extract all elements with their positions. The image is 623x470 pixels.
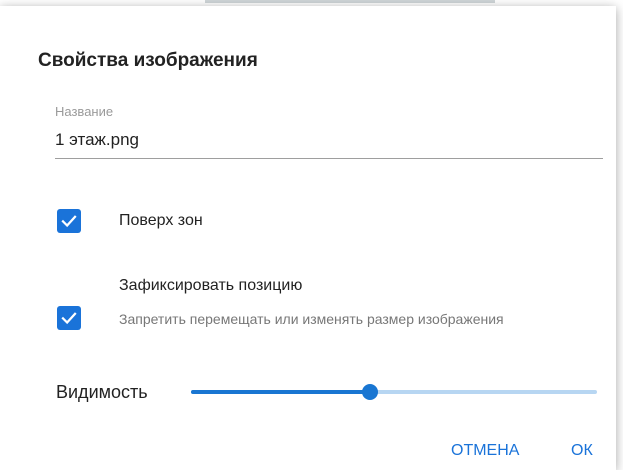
name-field-label: Название bbox=[55, 104, 114, 119]
lock-position-checkbox[interactable] bbox=[57, 306, 81, 330]
ok-button[interactable]: ОК bbox=[571, 442, 593, 460]
on-top-label: Поверх зон bbox=[119, 212, 203, 229]
check-icon bbox=[61, 215, 77, 228]
visibility-slider[interactable] bbox=[191, 382, 597, 402]
check-icon bbox=[61, 312, 77, 325]
on-top-checkbox[interactable] bbox=[57, 209, 81, 233]
dialog-title: Свойства изображения bbox=[38, 50, 258, 71]
visibility-label: Видимость bbox=[56, 382, 148, 402]
cancel-button[interactable]: ОТМЕНА bbox=[451, 442, 519, 460]
slider-thumb[interactable] bbox=[361, 384, 378, 400]
lock-position-label: Зафиксировать позицию bbox=[119, 277, 303, 294]
image-properties-dialog: Свойства изображения Название Поверх зон… bbox=[0, 6, 616, 470]
name-input[interactable] bbox=[55, 130, 603, 159]
name-field: Название bbox=[55, 104, 605, 168]
lock-position-hint: Запретить перемещать или изменять размер… bbox=[119, 311, 504, 327]
background-window-edge bbox=[205, 0, 495, 3]
slider-track bbox=[191, 390, 370, 394]
